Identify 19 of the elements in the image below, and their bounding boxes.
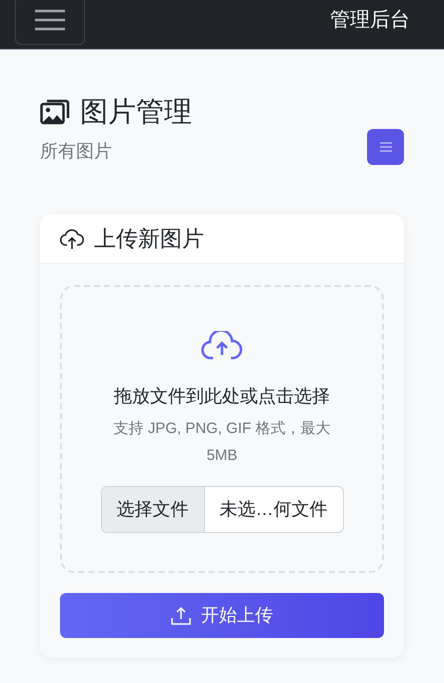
app-title: 管理后台	[330, 8, 410, 33]
upload-button[interactable]: 开始上传	[60, 593, 384, 638]
file-input[interactable]: 选择文件 未选…何文件	[100, 486, 344, 533]
menu-button[interactable]	[15, 0, 85, 45]
page-title: 图片管理	[80, 95, 192, 129]
list-button[interactable]	[367, 129, 404, 165]
image-icon	[40, 98, 70, 126]
cloud-upload-icon	[60, 228, 84, 250]
upload-icon	[171, 606, 191, 624]
menu-icon	[35, 9, 65, 31]
drop-prompt: 拖放文件到此处或点击选择	[114, 385, 330, 408]
drop-zone[interactable]: 拖放文件到此处或点击选择 支持 JPG, PNG, GIF 格式，最大 5MB 选择文件 未选…何文件	[60, 285, 384, 573]
page-subtitle: 所有图片	[40, 140, 113, 163]
cloud-upload-icon	[201, 331, 243, 361]
choose-file-button[interactable]: 选择文件	[102, 487, 204, 532]
file-hint: 支持 JPG, PNG, GIF 格式，最大 5MB	[112, 419, 332, 466]
card-title: 上传新图片	[94, 225, 204, 253]
menu-icon	[380, 142, 392, 152]
file-name: 未选…何文件	[218, 498, 328, 521]
